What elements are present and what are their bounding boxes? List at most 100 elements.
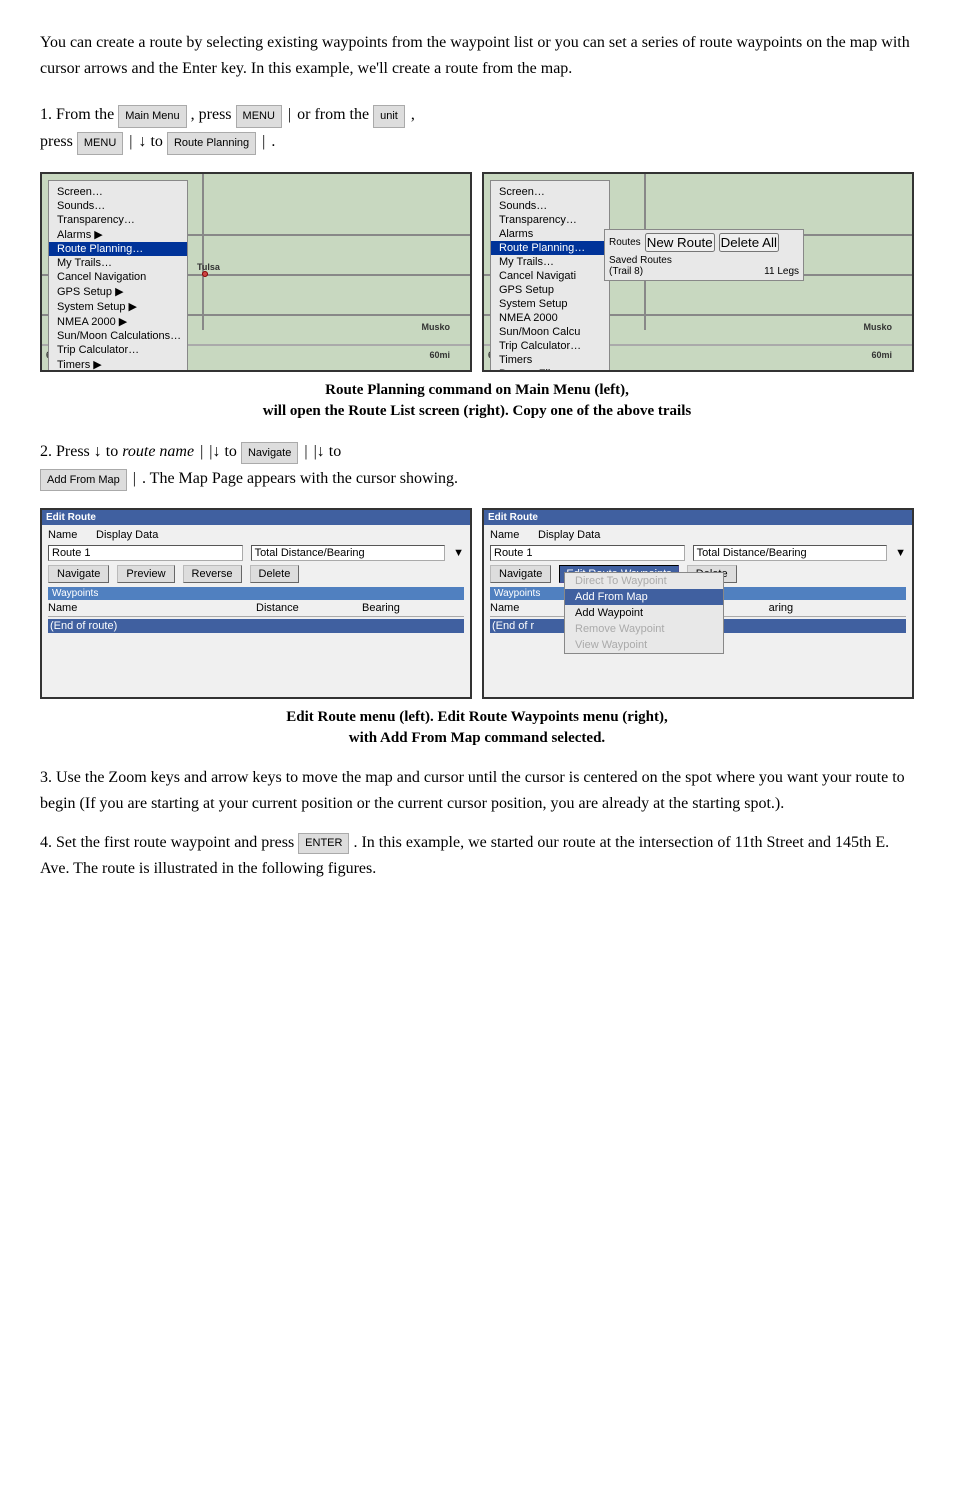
- main-menu-overlay: Screen… Sounds… Transparency… Alarms ▶ R…: [48, 180, 188, 372]
- right-end-of-route: (End of r: [492, 620, 534, 632]
- step-3-paragraph: 3. Use the Zoom keys and arrow keys to m…: [40, 765, 914, 816]
- saved-routes-section: Saved Routes (Trail 8) 11 Legs: [609, 255, 799, 277]
- popup-direct-to[interactable]: Direct To Waypoint: [565, 573, 723, 589]
- right-col-bearing: aring: [769, 602, 906, 614]
- menu-gps-setup: GPS Setup ▶: [49, 284, 187, 299]
- trail-row: (Trail 8) 11 Legs: [609, 266, 799, 277]
- caption-2: Edit Route menu (left). Edit Route Waypo…: [40, 707, 914, 749]
- popup-add-from-map[interactable]: Add From Map: [565, 589, 723, 605]
- add-from-map-placeholder: Add From Map: [40, 469, 127, 492]
- step-1: 1. From the Main Menu , press MENU | or …: [40, 101, 914, 155]
- right-popup-menu: Direct To Waypoint Add From Map Add Wayp…: [564, 572, 724, 654]
- menu-screen: Screen…: [49, 185, 187, 199]
- menu-tripcalc: Trip Calculator…: [49, 343, 187, 357]
- rl-trip: Trip Calculator…: [491, 339, 609, 353]
- right-name-input[interactable]: Route 1: [490, 545, 685, 561]
- menu-sunmoon: Sun/Moon Calculations…: [49, 329, 187, 343]
- route-menu-left: Screen… Sounds… Transparency… Alarms Rou…: [490, 180, 610, 372]
- left-col-bearing: Bearing: [362, 602, 464, 614]
- left-name-input[interactable]: Route 1: [48, 545, 243, 561]
- step1-text-c: or from the: [297, 101, 369, 128]
- left-display-label: Display Data: [96, 529, 464, 541]
- route-list-popup: Routes New Route Delete All Saved Routes…: [604, 229, 804, 281]
- left-empty-area: [48, 633, 464, 693]
- right-navigate-btn[interactable]: Navigate: [490, 565, 551, 583]
- edit-route-right-panel: Edit Route Name Display Data Route 1 Tot…: [482, 508, 914, 699]
- rl-browse: Browse Files…: [491, 367, 609, 372]
- menu-my-trails: My Trails…: [49, 256, 187, 270]
- step1-press: , press: [191, 101, 232, 128]
- menu-sounds: Sounds…: [49, 199, 187, 213]
- right-name-label: Name: [490, 529, 530, 541]
- rl-cancel-nav: Cancel Navigati: [491, 269, 609, 283]
- navigate-placeholder: Navigate: [241, 442, 298, 465]
- step2-text-a: Press ↓ to: [56, 438, 118, 465]
- step2-map-appears: . The Map Page appears with the cursor s…: [142, 465, 458, 492]
- edit-route-left-panel: Edit Route Name Display Data Route 1 Tot…: [40, 508, 472, 699]
- left-panel-titlebar: Edit Route: [42, 510, 470, 525]
- rl-timers: Timers: [491, 353, 609, 367]
- left-col-distance: Distance: [256, 602, 358, 614]
- legs-label: 11 Legs: [764, 266, 799, 277]
- step-4-paragraph: 4. Set the first route waypoint and pres…: [40, 830, 914, 881]
- menu-alarms: Alarms ▶: [49, 227, 187, 242]
- screenshot-main-menu: Tulsa Musko Sandra 002 60mi 60mi Screen……: [40, 172, 472, 372]
- rl-sunmoon: Sun/Moon Calcu: [491, 325, 609, 339]
- left-end-of-route: (End of route): [50, 620, 117, 632]
- rl-my-trails: My Trails…: [491, 255, 609, 269]
- left-waypoint-row: (End of route): [48, 619, 464, 633]
- step3-number: 3.: [40, 769, 52, 786]
- delete-all-btn[interactable]: Delete All: [719, 233, 779, 252]
- rl-nmea: NMEA 2000: [491, 311, 609, 325]
- left-waypoints-cols: Name Distance Bearing: [48, 602, 464, 617]
- right-select-arrow: ▼: [895, 547, 906, 559]
- left-waypoints-header: Waypoints: [48, 587, 464, 600]
- routes-label: Routes: [609, 237, 641, 248]
- menu-key-placeholder: MENU: [236, 105, 282, 128]
- step1-number: 1.: [40, 101, 52, 128]
- rl-route-planning: Route Planning…: [491, 241, 609, 255]
- route-list-header-row: Routes New Route Delete All: [609, 233, 799, 252]
- screenshot-route-list: Musko 60mi 60mi Screen… Sounds… Transpar…: [482, 172, 914, 372]
- right-display-label: Display Data: [538, 529, 906, 541]
- left-preview-btn[interactable]: Preview: [117, 565, 174, 583]
- new-route-btn[interactable]: New Route: [645, 233, 715, 252]
- rl-transparency: Transparency…: [491, 213, 609, 227]
- step1-text-a: From the: [56, 101, 114, 128]
- step2-down-to2: |↓ to: [314, 438, 342, 465]
- caption-1: Route Planning command on Main Menu (lef…: [40, 380, 914, 422]
- left-select-arrow: ▼: [453, 547, 464, 559]
- rl-screen: Screen…: [491, 185, 609, 199]
- rl-system: System Setup: [491, 297, 609, 311]
- menu-key2-placeholder: MENU: [77, 132, 123, 155]
- right-display-select[interactable]: Total Distance/Bearing: [693, 545, 888, 561]
- step2-down-to: |↓ to: [209, 438, 237, 465]
- rl-sounds: Sounds…: [491, 199, 609, 213]
- left-delete-btn[interactable]: Delete: [250, 565, 300, 583]
- popup-view-waypoint[interactable]: View Waypoint: [565, 637, 723, 653]
- screenshots-row-1: Tulsa Musko Sandra 002 60mi 60mi Screen……: [40, 172, 914, 372]
- step3-text: Use the Zoom keys and arrow keys to move…: [40, 769, 905, 812]
- left-navigate-btn[interactable]: Navigate: [48, 565, 109, 583]
- route-planning-placeholder: Route Planning: [167, 132, 256, 155]
- saved-routes-row: Saved Routes: [609, 255, 799, 266]
- edit-route-row: Edit Route Name Display Data Route 1 Tot…: [40, 508, 914, 699]
- popup-remove-waypoint[interactable]: Remove Waypoint: [565, 621, 723, 637]
- menu-system-setup: System Setup ▶: [49, 299, 187, 314]
- step1-period: .: [271, 128, 275, 155]
- menu-cancel-nav: Cancel Navigation: [49, 270, 187, 284]
- unit-placeholder: unit: [373, 105, 405, 128]
- rl-gps: GPS Setup: [491, 283, 609, 297]
- step1-press2: press: [40, 128, 73, 155]
- left-reverse-btn[interactable]: Reverse: [183, 565, 242, 583]
- main-menu-placeholder: Main Menu: [118, 105, 186, 128]
- step2-number: 2.: [40, 438, 52, 465]
- left-display-select[interactable]: Total Distance/Bearing: [251, 545, 446, 561]
- popup-add-waypoint[interactable]: Add Waypoint: [565, 605, 723, 621]
- step2-route-name: route name: [122, 438, 194, 465]
- menu-timers: Timers ▶: [49, 357, 187, 372]
- left-col-name: Name: [48, 602, 252, 614]
- step4-number: 4.: [40, 834, 52, 851]
- left-name-label: Name: [48, 529, 88, 541]
- rl-alarms: Alarms: [491, 227, 609, 241]
